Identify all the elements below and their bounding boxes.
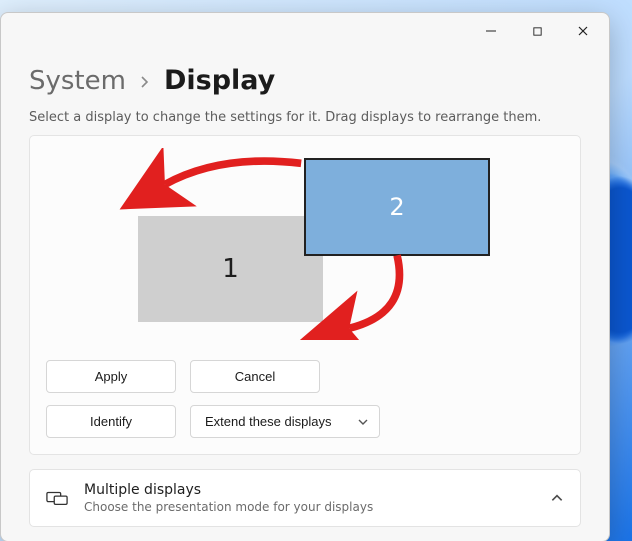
settings-window: System Display Select a display to chang… xyxy=(0,12,610,541)
close-icon xyxy=(577,25,589,37)
multiple-displays-desc: Choose the presentation mode for your di… xyxy=(84,500,534,514)
chevron-up-icon xyxy=(550,491,564,505)
cancel-button[interactable]: Cancel xyxy=(190,360,320,393)
chevron-down-icon xyxy=(357,416,369,428)
maximize-icon xyxy=(532,26,543,37)
breadcrumb: System Display xyxy=(29,65,581,96)
close-button[interactable] xyxy=(561,16,605,46)
multiple-displays-icon xyxy=(46,487,68,509)
apply-button[interactable]: Apply xyxy=(46,360,176,393)
display-mode-label: Extend these displays xyxy=(205,414,331,429)
display-mode-select[interactable]: Extend these displays xyxy=(190,405,380,438)
section-text: Multiple displays Choose the presentatio… xyxy=(84,482,534,514)
multiple-displays-section[interactable]: Multiple displays Choose the presentatio… xyxy=(29,469,581,527)
chevron-right-icon xyxy=(140,73,150,94)
maximize-button[interactable] xyxy=(515,16,559,46)
monitor-2[interactable]: 2 xyxy=(304,158,490,256)
monitor-1-label: 1 xyxy=(222,254,239,284)
multiple-displays-title: Multiple displays xyxy=(84,482,534,498)
displays-area[interactable]: 1 2 xyxy=(46,148,564,348)
identify-button[interactable]: Identify xyxy=(46,405,176,438)
content-area: System Display Select a display to chang… xyxy=(1,49,609,537)
breadcrumb-parent[interactable]: System xyxy=(29,66,126,96)
display-arrangement-panel: 1 2 Apply Cancel xyxy=(29,135,581,455)
monitor-1[interactable]: 1 xyxy=(138,216,323,322)
titlebar xyxy=(1,13,609,49)
apply-cancel-row: Apply Cancel xyxy=(46,360,564,393)
minimize-icon xyxy=(485,25,497,37)
identify-mode-row: Identify Extend these displays xyxy=(46,405,564,438)
instruction-text: Select a display to change the settings … xyxy=(29,110,581,125)
minimize-button[interactable] xyxy=(469,16,513,46)
page-title: Display xyxy=(164,65,275,96)
monitor-2-label: 2 xyxy=(389,193,404,221)
